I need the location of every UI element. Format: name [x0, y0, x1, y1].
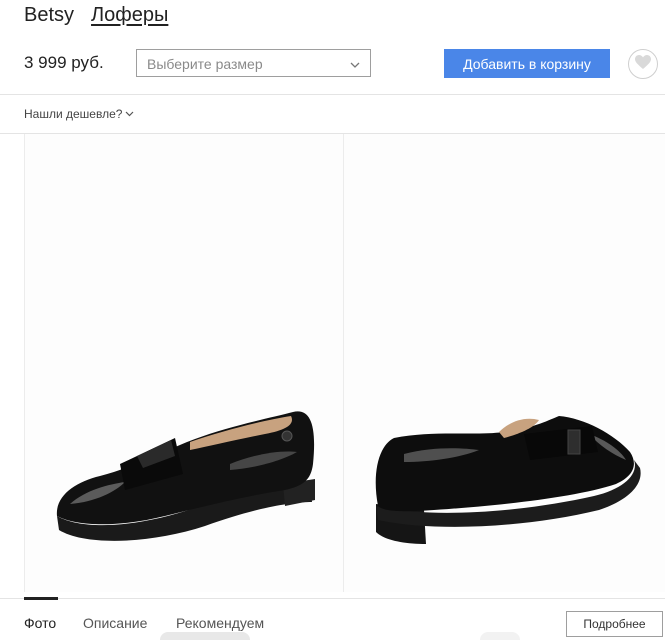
size-placeholder: Выберите размер	[147, 56, 263, 72]
product-photo-side[interactable]	[344, 134, 665, 592]
cheaper-label: Нашли дешевле?	[24, 107, 123, 121]
tab-description[interactable]: Описание	[83, 615, 147, 631]
price: 3 999 руб.	[24, 53, 104, 72]
photo-gallery	[24, 134, 665, 592]
divider	[0, 94, 665, 95]
heart-icon	[634, 54, 652, 75]
loafer-front-image	[56, 411, 315, 541]
more-details-button[interactable]: Подробнее	[566, 611, 663, 637]
product-tabs: Фото Описание Рекомендуем Подробнее	[0, 597, 665, 640]
active-tab-indicator	[24, 597, 58, 600]
buy-row: 3 999 руб. Выберите размер Добавить в ко…	[24, 49, 660, 81]
tab-recommended[interactable]: Рекомендуем	[176, 615, 264, 631]
chevron-down-icon	[350, 57, 360, 68]
product-header: Betsy Лоферы	[24, 4, 168, 34]
size-select[interactable]: Выберите размер	[136, 49, 371, 77]
loafer-side-image	[375, 416, 641, 544]
favorite-button[interactable]	[628, 49, 658, 79]
chevron-down-icon	[122, 107, 134, 121]
tab-photo[interactable]: Фото	[24, 615, 56, 631]
brand-name: Betsy	[24, 4, 75, 26]
product-photo-front[interactable]	[24, 134, 344, 592]
cheaper-link[interactable]: Нашли дешевле?	[24, 107, 134, 121]
add-to-cart-button[interactable]: Добавить в корзину	[444, 49, 610, 78]
category-link[interactable]: Лоферы	[91, 4, 168, 27]
